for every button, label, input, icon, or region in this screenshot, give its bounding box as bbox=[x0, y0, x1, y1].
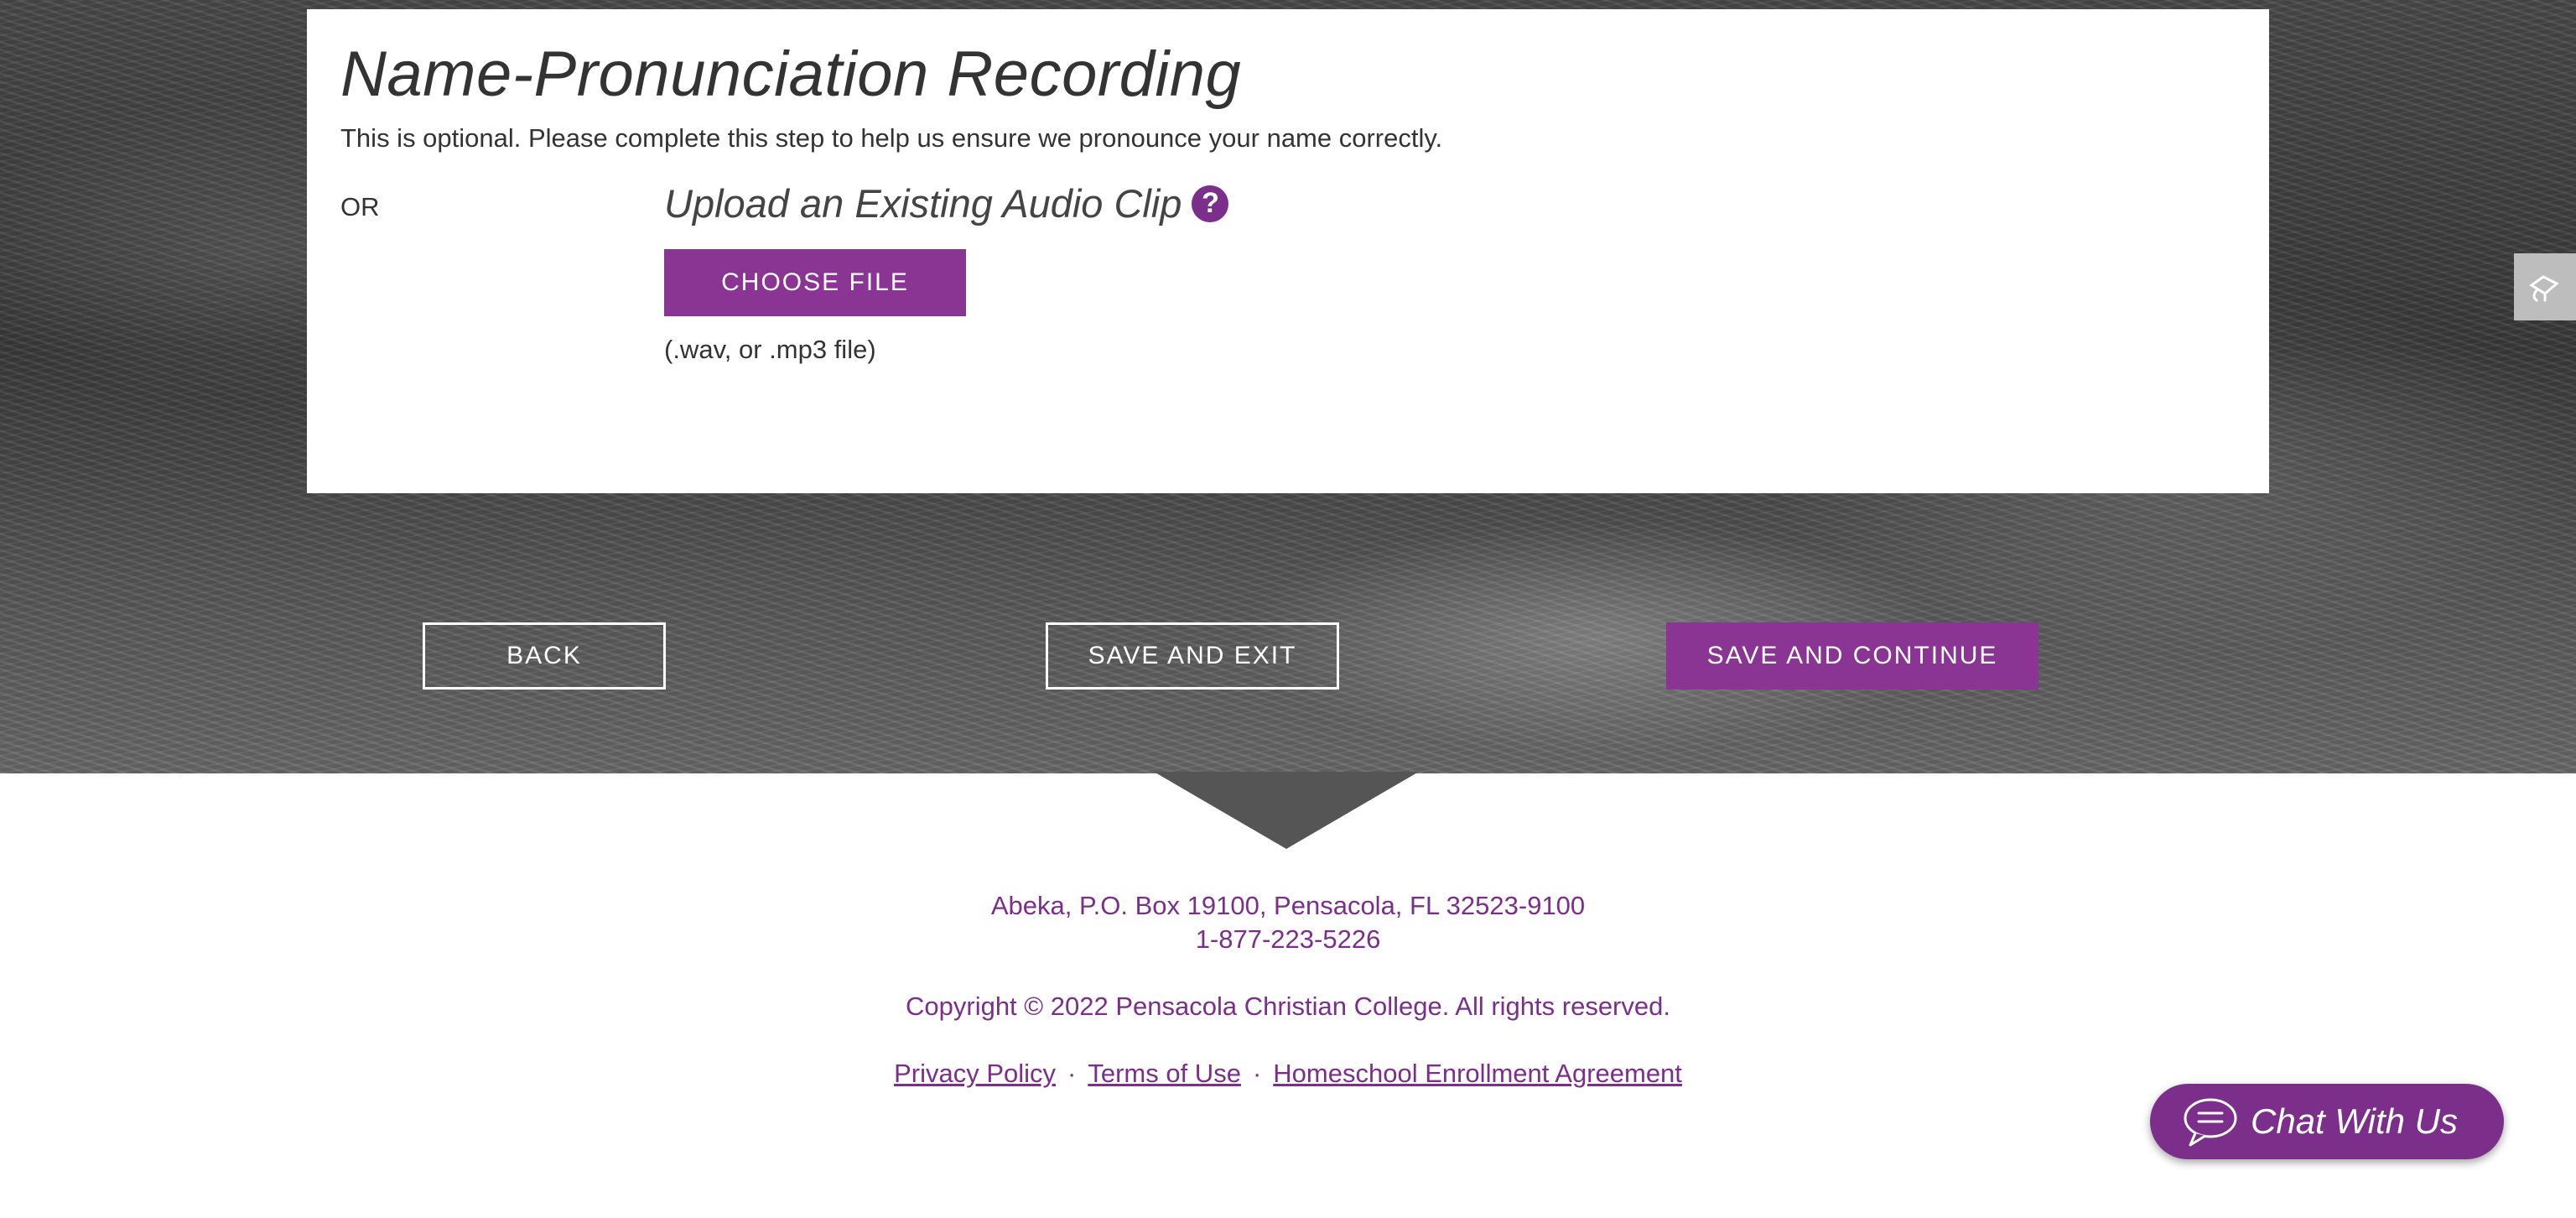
accessibility-tab[interactable] bbox=[2514, 253, 2576, 320]
homeschool-enrollment-agreement-link[interactable]: Homeschool Enrollment Agreement bbox=[1273, 1059, 1682, 1088]
terms-of-use-link[interactable]: Terms of Use bbox=[1088, 1059, 1241, 1088]
hero-notch bbox=[1154, 772, 1419, 849]
content-card: Name-Pronunciation Recording This is opt… bbox=[307, 9, 2269, 493]
or-label: OR bbox=[340, 192, 380, 221]
chat-with-us-button[interactable]: Chat With Us bbox=[2150, 1084, 2504, 1159]
footer: Abeka, P.O. Box 19100, Pensacola, FL 325… bbox=[0, 889, 2576, 1090]
upload-heading-text: Upload an Existing Audio Clip bbox=[664, 181, 1182, 226]
intro-text: This is optional. Please complete this s… bbox=[340, 123, 1443, 153]
save-and-exit-button[interactable]: SAVE AND EXIT bbox=[1046, 622, 1339, 690]
question-circle-icon[interactable]: ? bbox=[1192, 185, 1229, 222]
accessibility-icon bbox=[2529, 275, 2559, 302]
chat-label: Chat With Us bbox=[2251, 1101, 2459, 1141]
file-type-hint: (.wav, or .mp3 file) bbox=[664, 335, 876, 364]
link-separator: · bbox=[1067, 1059, 1077, 1088]
footer-address: Abeka, P.O. Box 19100, Pensacola, FL 325… bbox=[990, 891, 1586, 920]
save-and-continue-button[interactable]: SAVE AND CONTINUE bbox=[1666, 622, 2038, 690]
link-separator: · bbox=[1252, 1059, 1262, 1088]
upload-heading: Upload an Existing Audio Clip ? bbox=[664, 180, 1229, 226]
chat-bubble-icon bbox=[2184, 1098, 2237, 1147]
privacy-policy-link[interactable]: Privacy Policy bbox=[894, 1059, 1056, 1088]
footer-copyright: Copyright © 2022 Pensacola Christian Col… bbox=[906, 992, 1670, 1021]
back-button[interactable]: BACK bbox=[423, 622, 666, 690]
choose-file-button[interactable]: CHOOSE FILE bbox=[664, 249, 966, 316]
footer-phone: 1-877-223-5226 bbox=[1195, 924, 1381, 954]
page-title: Name-Pronunciation Recording bbox=[340, 39, 1242, 110]
